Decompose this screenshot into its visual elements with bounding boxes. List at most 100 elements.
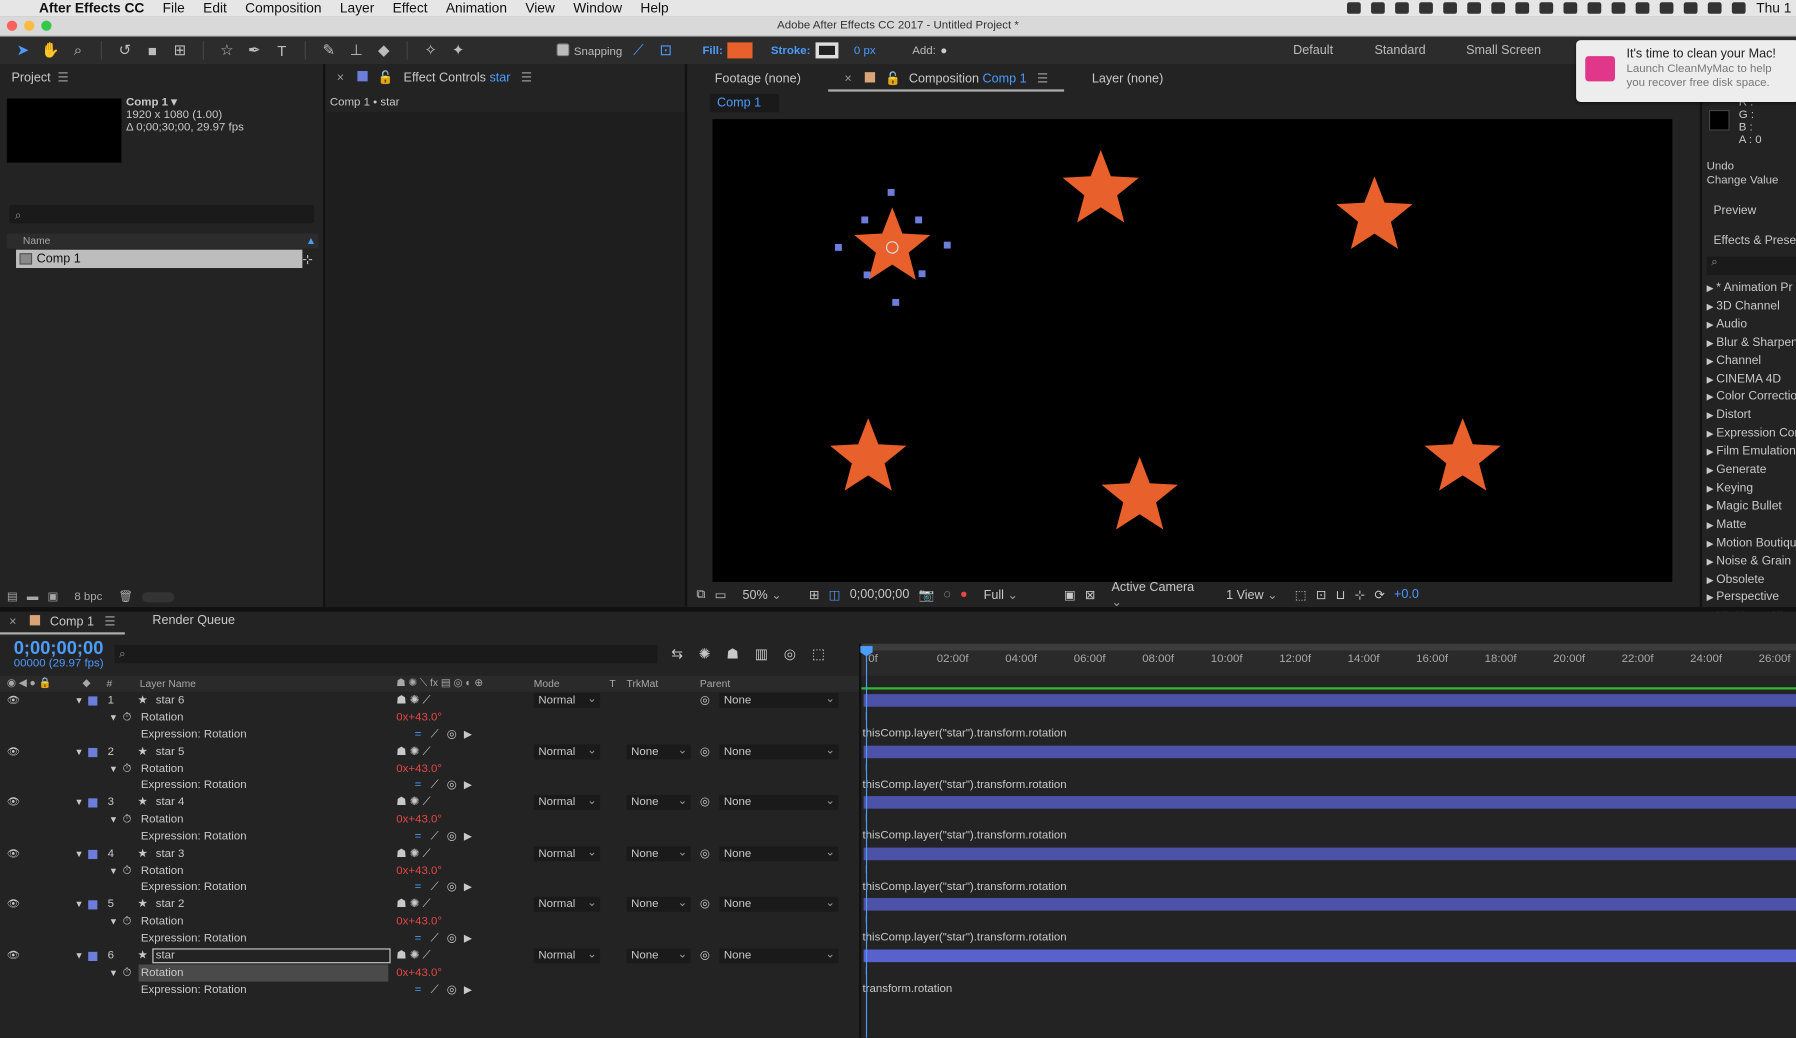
zoom-window-icon[interactable]	[41, 20, 52, 31]
flowchart-icon[interactable]: ⊹	[302, 252, 313, 267]
expression-text[interactable]: transform.rotation	[862, 983, 952, 996]
record-icon[interactable]	[1539, 2, 1554, 14]
menu-file[interactable]: File	[154, 0, 194, 16]
always-preview-icon[interactable]: ⧉	[696, 587, 705, 602]
fill-color-swatch[interactable]	[727, 42, 753, 59]
composition-canvas[interactable]	[712, 119, 1672, 582]
wifi-icon[interactable]	[1684, 2, 1698, 14]
stopwatch-icon[interactable]: ⏱	[123, 913, 132, 930]
expression-graph-icon[interactable]: ⟋	[431, 726, 439, 743]
thumbnail-slider[interactable]	[142, 591, 175, 602]
star-shape[interactable]	[830, 418, 907, 491]
layer-expand-icon[interactable]: ▼	[74, 947, 83, 964]
info-icon[interactable]	[1419, 2, 1434, 14]
puppet-pin-tool-icon[interactable]: ✦	[447, 40, 470, 61]
column-name[interactable]: Name	[23, 235, 51, 246]
rotation-value[interactable]: 0x+43.0°	[396, 964, 442, 981]
notification-banner[interactable]: It's time to clean your Mac! Launch Clea…	[1576, 40, 1796, 102]
motion-blur-icon[interactable]: ◎	[784, 646, 796, 662]
flash-icon[interactable]	[1395, 2, 1410, 14]
stopwatch-icon[interactable]: ⏱	[123, 862, 132, 879]
minimize-window-icon[interactable]	[24, 20, 35, 31]
exposure-value[interactable]: +0.0	[1394, 588, 1419, 602]
battery-icon[interactable]	[1587, 2, 1602, 14]
expression-pickwhip-icon[interactable]: ◎	[447, 726, 457, 743]
shy-icon[interactable]: ☗	[726, 646, 738, 662]
property-expand-icon[interactable]: ▼	[109, 862, 118, 879]
disclosure-triangle-icon[interactable]: ▶	[1707, 483, 1717, 493]
parent-pickwhip-icon[interactable]: ◎	[700, 845, 710, 862]
parent-pickwhip-icon[interactable]: ◎	[700, 947, 710, 964]
property-expand-icon[interactable]: ▼	[109, 709, 118, 726]
menu-animation[interactable]: Animation	[437, 0, 516, 16]
effects-category[interactable]: ▶ Matte	[1707, 516, 1796, 534]
current-time[interactable]: 0;00;00;00	[850, 588, 910, 602]
panel-menu-icon[interactable]: ☰	[58, 71, 69, 85]
hand-tool-icon[interactable]: ✋	[39, 40, 62, 61]
close-tab-icon[interactable]: ×	[844, 72, 851, 86]
project-search-input[interactable]: ⌕	[9, 205, 314, 224]
new-folder-icon[interactable]: ▬	[27, 590, 38, 603]
expression-graph-icon[interactable]: ⟋	[431, 828, 439, 845]
expression-graph-icon[interactable]: ⟋	[431, 879, 439, 896]
property-row[interactable]: ▼ ⏱ Rotation 0x+43.0°	[0, 964, 859, 982]
disclosure-triangle-icon[interactable]: ▶	[1707, 356, 1717, 366]
layer-name[interactable]: star 4	[156, 794, 185, 811]
layer-name[interactable]: star 3	[156, 845, 185, 862]
clone-stamp-tool-icon[interactable]: ⊥	[345, 40, 368, 61]
menu-help[interactable]: Help	[631, 0, 678, 16]
menu-view[interactable]: View	[516, 0, 564, 16]
label-color-swatch[interactable]	[88, 900, 98, 910]
expression-pickwhip-icon[interactable]: ◎	[447, 981, 457, 998]
disclosure-triangle-icon[interactable]: ▶	[1707, 319, 1717, 329]
star-tool-icon[interactable]: ☆	[215, 40, 238, 61]
script-icon[interactable]	[1515, 2, 1530, 14]
pinwheel-icon[interactable]	[1443, 2, 1458, 14]
current-time-indicator[interactable]	[865, 650, 868, 1038]
stopwatch-icon[interactable]: ⏱	[123, 760, 132, 777]
comp-mini-flowchart-icon[interactable]: ⇆	[671, 646, 683, 662]
transform-handle[interactable]	[915, 216, 923, 224]
timeline-comp-tab[interactable]: × Comp 1 ☰	[0, 614, 125, 635]
workspace-standard[interactable]: Standard	[1374, 37, 1425, 64]
track-matte-dropdown[interactable]: None	[626, 947, 691, 964]
comp-navigator-tab[interactable]: Comp 1	[710, 93, 779, 113]
expression-enable-icon[interactable]: =	[415, 930, 422, 947]
preview-panel-title[interactable]: Preview	[1714, 204, 1757, 218]
label-color-swatch[interactable]	[88, 849, 98, 859]
property-expand-icon[interactable]: ▼	[109, 964, 118, 981]
transform-handle[interactable]	[943, 241, 951, 249]
expression-pickwhip-icon[interactable]: ◎	[447, 828, 457, 845]
property-expand-icon[interactable]: ▼	[109, 811, 118, 828]
blend-mode-dropdown[interactable]: Normal	[533, 794, 601, 811]
effects-category[interactable]: ▶ Color Correctio	[1707, 389, 1796, 407]
expression-language-menu-icon[interactable]: ▶	[464, 828, 472, 845]
expression-graph-icon[interactable]: ⟋	[431, 777, 439, 794]
effects-category[interactable]: ▶ Expression Cor	[1707, 425, 1796, 443]
star-shape[interactable]	[1336, 176, 1413, 249]
effects-category[interactable]: ▶ Magic Bullet	[1707, 498, 1796, 516]
display-icon[interactable]	[1636, 2, 1650, 14]
show-snapshot-icon[interactable]: ◌	[943, 588, 950, 602]
property-row[interactable]: ▼ ⏱ Rotation 0x+43.0°	[0, 862, 859, 879]
expression-enable-icon[interactable]: =	[415, 828, 422, 845]
disclosure-triangle-icon[interactable]: ▶	[1707, 338, 1717, 348]
expression-language-menu-icon[interactable]: ▶	[464, 777, 472, 794]
safe-zones-icon[interactable]: ⊞	[809, 587, 820, 602]
bit-depth[interactable]: 8 bpc	[67, 590, 109, 603]
expression-text[interactable]: thisComp.layer("star").transform.rotatio…	[862, 727, 1066, 740]
transform-handle[interactable]	[835, 243, 842, 251]
mask-visibility-icon[interactable]: ◫	[829, 587, 841, 602]
parent-dropdown[interactable]: None	[719, 743, 839, 759]
expression-pickwhip-icon[interactable]: ◎	[447, 879, 457, 896]
layer-duration-bar[interactable]	[863, 796, 1796, 809]
trash-icon[interactable]: 🗑	[118, 590, 133, 603]
toggle-pixel-aspect-icon[interactable]: ⬚	[1295, 587, 1307, 602]
stack-icon[interactable]	[1563, 2, 1578, 14]
disclosure-triangle-icon[interactable]: ▶	[1707, 447, 1717, 457]
frame-blending-icon[interactable]: ▥	[755, 646, 768, 662]
stopwatch-icon[interactable]: ⏱	[123, 709, 132, 726]
effects-panel-title[interactable]: Effects & Presets	[1714, 234, 1796, 248]
layer-duration-bar[interactable]	[863, 949, 1796, 963]
parent-dropdown[interactable]: None	[719, 794, 839, 811]
